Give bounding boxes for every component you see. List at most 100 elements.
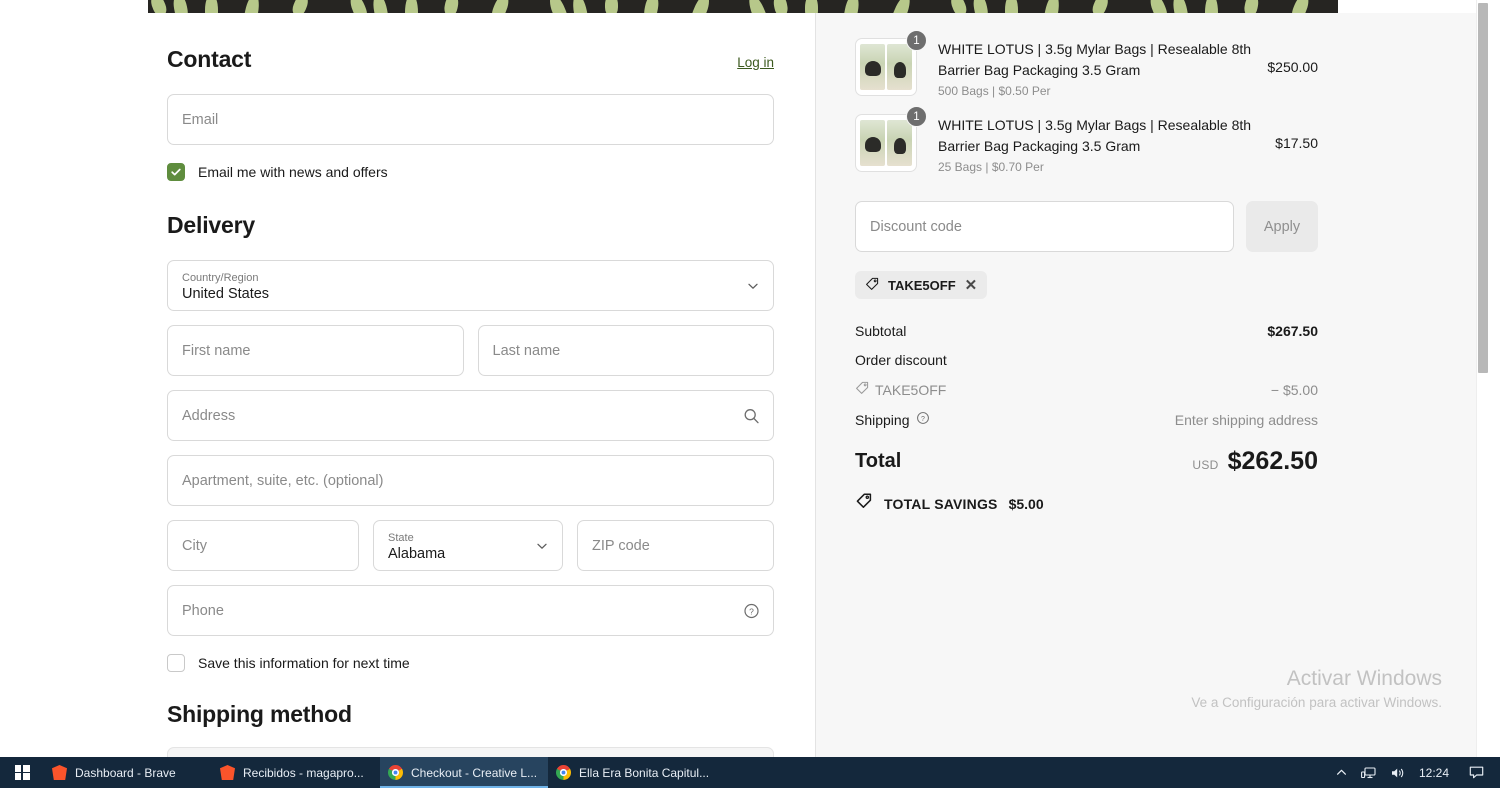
banner-leaf-shape bbox=[1205, 0, 1218, 13]
delivery-title: Delivery bbox=[167, 212, 255, 238]
taskbar-item-checkout[interactable]: Checkout - Creative L... bbox=[380, 757, 548, 788]
screen: Contact Log in Email Email me with news … bbox=[0, 0, 1500, 788]
taskbar-item-label: Dashboard - Brave bbox=[75, 765, 176, 780]
shipping-value: Enter shipping address bbox=[1174, 411, 1318, 428]
banner-leaf-shape bbox=[290, 0, 311, 13]
log-in-link[interactable]: Log in bbox=[737, 55, 774, 70]
start-button[interactable] bbox=[0, 757, 44, 788]
help-icon[interactable]: ? bbox=[743, 602, 760, 619]
discount-amount: − $5.00 bbox=[1270, 381, 1318, 398]
banner-leaf-shape bbox=[805, 0, 818, 13]
total-savings-label: TOTAL SAVINGS bbox=[884, 495, 998, 512]
city-field[interactable]: City bbox=[167, 520, 359, 571]
banner-leaf-shape bbox=[171, 0, 190, 13]
zip-placeholder: ZIP code bbox=[592, 537, 650, 554]
product-image-left bbox=[860, 44, 885, 90]
newsletter-label: Email me with news and offers bbox=[198, 164, 388, 180]
windows-logo-icon bbox=[14, 765, 30, 780]
discount-code-placeholder: Discount code bbox=[870, 218, 962, 235]
line-item: 1 WHITE LOTUS | 3.5g Mylar Bags | Reseal… bbox=[855, 106, 1318, 174]
phone-placeholder: Phone bbox=[182, 602, 224, 619]
brave-icon bbox=[52, 765, 67, 780]
save-info-checkbox[interactable] bbox=[167, 654, 185, 672]
banner-leaf-shape bbox=[842, 0, 861, 13]
last-name-field[interactable]: Last name bbox=[477, 325, 774, 376]
activate-windows-watermark: Activar Windows Ve a Configuración para … bbox=[1150, 665, 1442, 713]
newsletter-checkbox-row[interactable]: Email me with news and offers bbox=[167, 163, 774, 181]
save-info-label: Save this information for next time bbox=[198, 655, 410, 671]
product-image-right bbox=[887, 120, 912, 166]
zip-field[interactable]: ZIP code bbox=[577, 520, 774, 571]
line-item: 1 WHITE LOTUS | 3.5g Mylar Bags | Reseal… bbox=[855, 30, 1318, 98]
line-item-variant: 500 Bags | $0.50 Per bbox=[938, 84, 1051, 98]
banner-leaf-shape bbox=[642, 0, 661, 13]
shipping-label: Shipping bbox=[855, 411, 910, 428]
system-tray: 12:24 bbox=[1335, 765, 1500, 780]
state-select[interactable]: State Alabama bbox=[373, 520, 563, 571]
product-image-left bbox=[860, 120, 885, 166]
store-banner-image bbox=[148, 0, 1338, 13]
phone-field[interactable]: Phone ? bbox=[167, 585, 774, 636]
apartment-placeholder: Apartment, suite, etc. (optional) bbox=[182, 472, 384, 489]
line-item-price: $250.00 bbox=[1267, 59, 1318, 75]
banner-leaf-shape bbox=[948, 0, 969, 13]
banner-leaf-shape bbox=[1147, 0, 1170, 13]
brave-icon bbox=[220, 765, 235, 780]
shipping-method-title: Shipping method bbox=[167, 701, 352, 727]
chrome-icon bbox=[388, 765, 403, 780]
taskbar-clock[interactable]: 12:24 bbox=[1419, 766, 1449, 780]
banner-leaf-shape bbox=[772, 0, 789, 13]
network-icon[interactable] bbox=[1361, 766, 1377, 780]
total-label: Total bbox=[855, 450, 902, 472]
volume-icon[interactable] bbox=[1390, 766, 1406, 780]
info-icon[interactable]: ? bbox=[916, 411, 930, 428]
apartment-field[interactable]: Apartment, suite, etc. (optional) bbox=[167, 455, 774, 506]
shipping-method-box bbox=[167, 747, 774, 757]
search-icon[interactable] bbox=[743, 407, 760, 424]
subtotal-row: Subtotal $267.50 bbox=[855, 323, 1318, 339]
checkout-form-column: Contact Log in Email Email me with news … bbox=[0, 13, 814, 757]
page-scrollbar-track[interactable] bbox=[1476, 0, 1488, 757]
save-info-checkbox-row[interactable]: Save this information for next time bbox=[167, 654, 774, 672]
taskbar-item-label: Checkout - Creative L... bbox=[411, 765, 538, 780]
banner-leaf-shape bbox=[605, 0, 618, 13]
apply-discount-button[interactable]: Apply bbox=[1246, 201, 1318, 252]
line-item-thumbnail: 1 bbox=[855, 30, 927, 98]
browser-page: Contact Log in Email Email me with news … bbox=[0, 0, 1488, 757]
discount-code-name: TAKE5OFF bbox=[875, 381, 947, 398]
banner-leaf-shape bbox=[546, 0, 571, 13]
contact-section-header: Contact Log in bbox=[167, 46, 774, 73]
address-field[interactable]: Address bbox=[167, 390, 774, 441]
state-label: State bbox=[388, 532, 414, 544]
banner-leaf-shape bbox=[745, 0, 772, 13]
contact-title: Contact bbox=[167, 46, 252, 72]
quantity-badge: 1 bbox=[906, 30, 927, 51]
taskbar-item-recibidos[interactable]: Recibidos - magapro... bbox=[212, 757, 380, 788]
windows-taskbar: Dashboard - Brave Recibidos - magapro...… bbox=[0, 757, 1500, 788]
show-hidden-icons-icon[interactable] bbox=[1335, 766, 1348, 779]
discount-code-input[interactable]: Discount code bbox=[855, 201, 1234, 252]
country-select[interactable]: Country/Region United States bbox=[167, 260, 774, 311]
discount-code-row: TAKE5OFF − $5.00 bbox=[855, 381, 1318, 398]
taskbar-item-label: Ella Era Bonita Capitul... bbox=[579, 765, 710, 780]
page-scrollbar-thumb[interactable] bbox=[1478, 3, 1488, 373]
notifications-icon[interactable] bbox=[1462, 765, 1490, 780]
taskbar-item-dashboard-brave[interactable]: Dashboard - Brave bbox=[44, 757, 212, 788]
city-placeholder: City bbox=[182, 537, 207, 554]
state-value: Alabama bbox=[388, 546, 446, 562]
address-placeholder: Address bbox=[182, 407, 236, 424]
order-discount-label: Order discount bbox=[855, 352, 947, 368]
order-summary-column: 1 WHITE LOTUS | 3.5g Mylar Bags | Reseal… bbox=[815, 13, 1488, 757]
line-item-variant: 25 Bags | $0.70 Per bbox=[938, 160, 1044, 174]
currency-code: USD bbox=[1192, 458, 1219, 472]
banner-leaf-shape bbox=[205, 0, 218, 13]
chevron-down-icon bbox=[535, 539, 549, 553]
email-field[interactable]: Email bbox=[167, 94, 774, 145]
taskbar-item-ella-era-bonita[interactable]: Ella Era Bonita Capitul... bbox=[548, 757, 716, 788]
first-name-field[interactable]: First name bbox=[167, 325, 464, 376]
remove-discount-icon[interactable]: ✕ bbox=[965, 278, 978, 293]
email-placeholder: Email bbox=[182, 111, 219, 128]
banner-leaf-shape bbox=[241, 0, 262, 13]
chevron-down-icon bbox=[746, 279, 760, 293]
newsletter-checkbox[interactable] bbox=[167, 163, 185, 181]
